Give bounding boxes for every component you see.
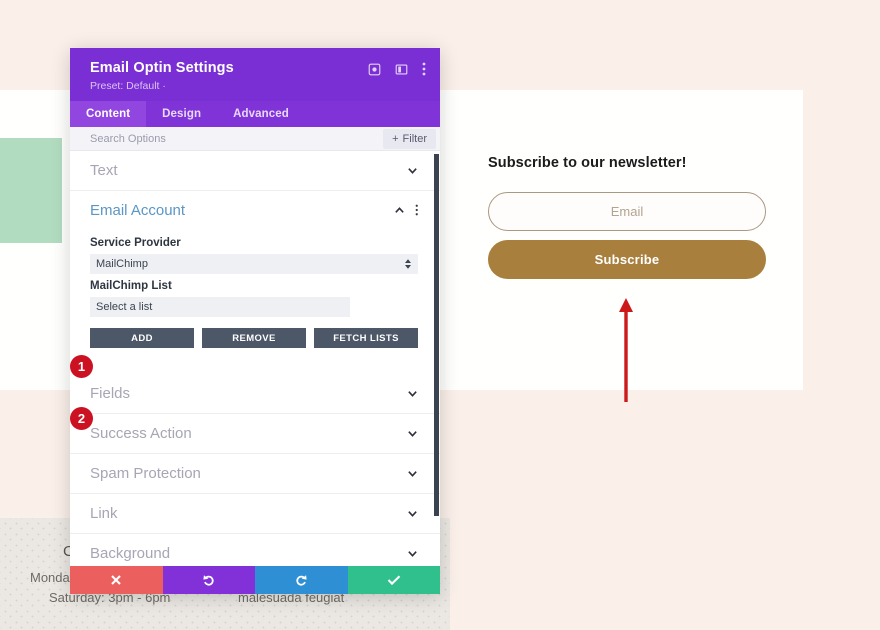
- section-success-action[interactable]: Success Action: [70, 414, 440, 454]
- filter-button-label: Filter: [402, 133, 427, 145]
- section-spam-protection[interactable]: Spam Protection: [70, 454, 440, 494]
- chevron-down-icon[interactable]: [407, 548, 418, 559]
- modal-header-icons: [368, 62, 426, 76]
- redo-button[interactable]: [255, 566, 348, 594]
- optin-email-placeholder: Email: [610, 204, 644, 219]
- redo-icon: [296, 575, 307, 586]
- chevron-down-icon[interactable]: [407, 468, 418, 479]
- service-provider-label: Service Provider: [90, 237, 181, 249]
- optin-preview: Subscribe to our newsletter! Email Subsc…: [488, 155, 766, 279]
- screenshot-root: C Monday - Saturday: 3pm - 6pm malesuada…: [0, 0, 880, 630]
- modal-preset-label[interactable]: Preset: Default ·: [90, 80, 424, 92]
- chevron-down-icon[interactable]: [407, 428, 418, 439]
- modal-action-bar: [70, 566, 440, 594]
- plus-icon: +: [392, 133, 399, 145]
- chevron-down-icon[interactable]: [407, 388, 418, 399]
- mailchimp-list-value: Select a list: [96, 301, 153, 313]
- more-vertical-icon[interactable]: [422, 62, 426, 76]
- search-options-bar: Search Options + Filter: [70, 127, 440, 151]
- site-green-block: [0, 138, 62, 243]
- chevron-up-icon[interactable]: [394, 205, 405, 216]
- section-spam-protection-label: Spam Protection: [90, 465, 201, 482]
- modal-scrollbar[interactable]: [434, 154, 439, 516]
- service-provider-select[interactable]: MailChimp: [90, 254, 418, 274]
- section-link-label: Link: [90, 505, 118, 522]
- section-background[interactable]: Background: [70, 534, 440, 566]
- save-button[interactable]: [347, 566, 440, 594]
- section-more-vertical-icon[interactable]: [415, 204, 419, 216]
- tab-advanced[interactable]: Advanced: [217, 101, 305, 127]
- email-optin-settings-modal: Email Optin Settings Preset: Default · C…: [70, 48, 440, 594]
- add-button[interactable]: ADD: [90, 328, 194, 348]
- undo-icon: [203, 575, 214, 586]
- modal-header: Email Optin Settings Preset: Default ·: [70, 48, 440, 101]
- chevron-down-icon[interactable]: [407, 508, 418, 519]
- annotation-badge-1: 1: [70, 355, 93, 378]
- section-text-label: Text: [90, 162, 118, 179]
- section-fields-label: Fields: [90, 385, 131, 402]
- section-fields[interactable]: Fields: [70, 374, 440, 414]
- cancel-button[interactable]: [70, 566, 163, 594]
- service-provider-value: MailChimp: [96, 258, 148, 270]
- tab-content[interactable]: Content: [70, 101, 147, 127]
- filter-button[interactable]: + Filter: [383, 129, 436, 149]
- email-account-content: Service Provider MailChimp MailChimp Lis…: [70, 229, 440, 362]
- section-success-action-label: Success Action: [90, 425, 192, 442]
- optin-email-input[interactable]: Email: [488, 192, 766, 231]
- optin-subscribe-button[interactable]: Subscribe: [488, 240, 766, 279]
- section-link[interactable]: Link: [70, 494, 440, 534]
- check-icon: [387, 575, 400, 586]
- target-icon[interactable]: [368, 63, 381, 76]
- chevron-down-icon[interactable]: [407, 165, 418, 176]
- annotation-badge-2: 2: [70, 407, 93, 430]
- email-account-buttons: ADD REMOVE FETCH LISTS: [90, 328, 418, 348]
- tab-design[interactable]: Design: [146, 101, 217, 127]
- section-email-account-label: Email Account: [90, 201, 186, 219]
- annotation-arrow-icon: [619, 298, 633, 402]
- section-email-account[interactable]: Email Account: [70, 191, 440, 229]
- fetch-lists-button[interactable]: FETCH LISTS: [314, 328, 418, 348]
- mailchimp-list-label: MailChimp List: [90, 280, 172, 292]
- stepper-arrows-icon[interactable]: [404, 258, 412, 270]
- close-icon: [111, 575, 121, 585]
- optin-title: Subscribe to our newsletter!: [488, 155, 687, 171]
- undo-button[interactable]: [162, 566, 255, 594]
- remove-button[interactable]: REMOVE: [202, 328, 306, 348]
- section-text[interactable]: Text: [70, 151, 440, 191]
- modal-tabs: Content Design Advanced: [70, 101, 440, 127]
- modal-body: Text Email Account Service Provider Mail…: [70, 151, 440, 566]
- mailchimp-list-select[interactable]: Select a list: [90, 297, 350, 317]
- search-input[interactable]: Search Options: [70, 133, 166, 145]
- section-background-label: Background: [90, 545, 171, 562]
- layout-panel-icon[interactable]: [395, 63, 408, 76]
